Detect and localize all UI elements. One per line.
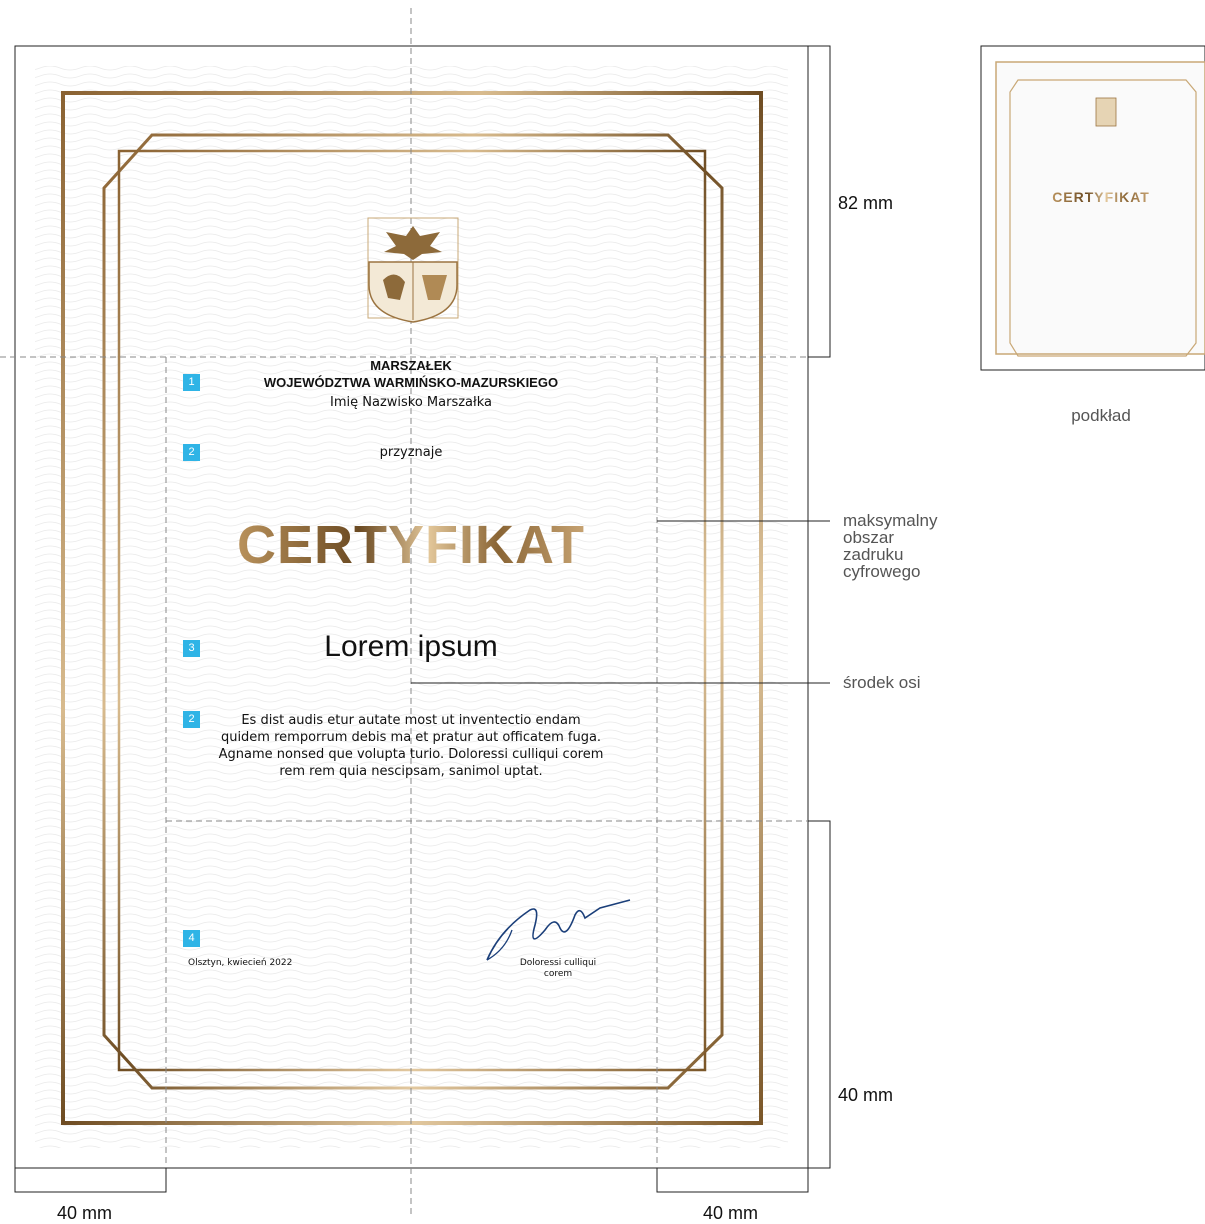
signatory-line-1: Doloressi culliqui — [519, 958, 597, 968]
top-dimension-bracket — [808, 45, 831, 358]
certificate-title: CERTYFIKAT — [237, 512, 585, 578]
annotation-line: cyfrowego — [843, 562, 921, 581]
recipient-name: Lorem ipsum — [324, 630, 498, 663]
thumbnail-caption: podkład — [1071, 406, 1131, 425]
issuer-title: MARSZAŁEK WOJEWÓDZTWA WARMIŃSKO-MAZURSKI… — [264, 357, 558, 391]
marker-2-repeat: 2 — [183, 711, 200, 728]
bottom-dimension-bracket — [808, 820, 831, 1169]
marker-3: 3 — [183, 640, 200, 657]
issuer-line-2: WOJEWÓDZTWA WARMIŃSKO-MAZURSKIEGO — [263, 375, 559, 390]
awards-text: przyznaje — [379, 445, 443, 460]
annotation-line: maksymalny — [843, 511, 938, 530]
signatory: Doloressi culliqui corem — [520, 958, 596, 980]
print-area-annotation: maksymalny obszar zadruku cyfrowego — [843, 512, 937, 580]
body-line: Es dist audis etur autate most ut invent… — [241, 713, 581, 728]
place-date: Olsztyn, kwiecień 2022 — [188, 958, 293, 968]
thumbnail-podklad — [980, 45, 1205, 371]
left-margin-label: 40 mm — [57, 1203, 113, 1223]
layout-guides — [0, 8, 1205, 1215]
body-line: rem rem quia nescipsam, sanimol uptat. — [279, 764, 543, 779]
marker-2: 2 — [183, 444, 200, 461]
annotation-line: obszar — [843, 528, 895, 547]
left-dimension-bracket — [14, 1168, 167, 1193]
issuer-line-1: MARSZAŁEK — [370, 358, 452, 373]
marker-4: 4 — [183, 930, 200, 947]
right-dimension-bracket — [656, 1168, 809, 1193]
annotation-line: zadruku — [843, 545, 904, 564]
body-line: Agname nonsed que volupta turio. Dolores… — [218, 747, 604, 762]
marker-1: 1 — [183, 374, 200, 391]
top-margin-label: 82 mm — [838, 193, 894, 213]
thumbnail-title: CERTYFIKAT — [1052, 189, 1150, 205]
bottom-margin-label: 40 mm — [838, 1085, 894, 1105]
certificate-body: Es dist audis etur autate most ut invent… — [219, 712, 604, 780]
issuer-name: Imię Nazwisko Marszałka — [330, 395, 492, 410]
body-line: quidem remporrum debis ma et pratur aut … — [220, 730, 602, 745]
axis-center-annotation: środek osi — [843, 673, 921, 692]
signatory-line-2: corem — [543, 969, 573, 979]
right-margin-label: 40 mm — [703, 1203, 759, 1223]
